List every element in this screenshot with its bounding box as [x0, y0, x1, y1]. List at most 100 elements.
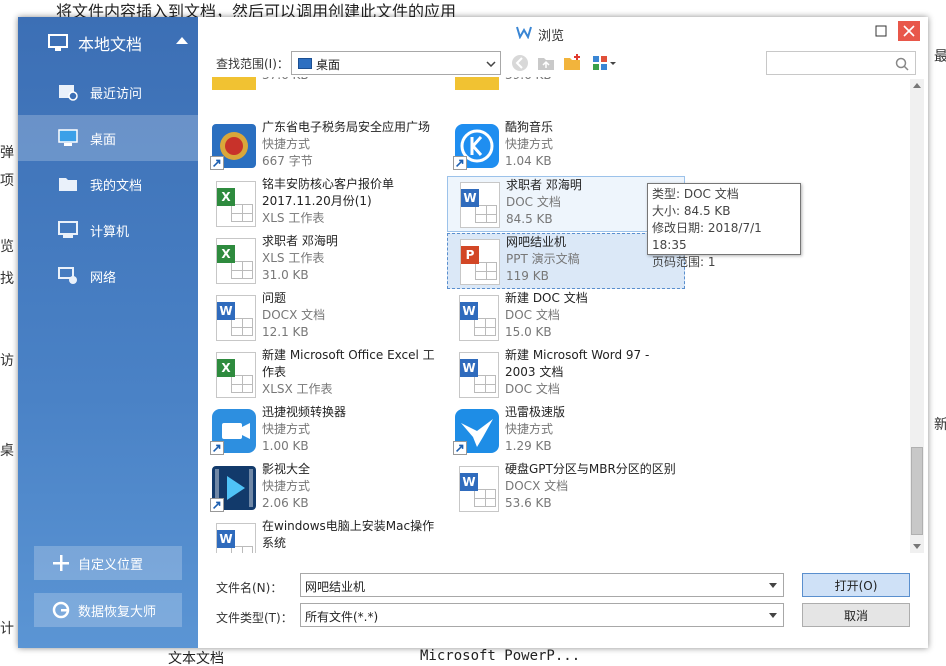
partial-graphic	[212, 77, 256, 90]
document-sheet: W	[459, 295, 499, 341]
sidebar-header-label: 本地文档	[78, 35, 143, 54]
sidebar-item-recent[interactable]: 最近访问	[18, 69, 198, 115]
file-size: 39.6 KB	[505, 77, 683, 84]
search-input[interactable]	[766, 51, 916, 75]
bg-char: 项	[0, 173, 14, 189]
sheet-grid	[231, 204, 253, 222]
file-item-text: 广东省电子税务局安全应用广场 快捷方式 667 字节	[262, 119, 440, 170]
file-item[interactable]: W 新建 Microsoft Word 97 - 2003 文档 DOC 文档	[447, 347, 685, 403]
file-item[interactable]: 酷狗音乐 快捷方式 1.04 KB	[447, 119, 685, 175]
shortcut-arrow-icon	[210, 441, 224, 455]
search-icon[interactable]	[895, 57, 909, 71]
file-info-tooltip: 类型: DOC 文档 大小: 84.5 KB 修改日期: 2018/7/1 18…	[647, 183, 801, 269]
sidebar-item-computer[interactable]: 计算机	[18, 207, 198, 253]
file-item[interactable]: 广东省电子税务局安全应用广场 快捷方式 667 字节	[204, 119, 442, 175]
shortcut-arrow-icon	[210, 156, 224, 170]
tooltip-pages: 页码范围: 1	[652, 255, 716, 269]
scroll-down-arrow-icon[interactable]	[913, 544, 921, 549]
new-folder-icon[interactable]	[562, 53, 582, 73]
file-item[interactable]: W 新建 DOC 文档 DOC 文档 15.0 KB	[447, 290, 685, 346]
collapse-arrow-icon[interactable]	[176, 37, 188, 44]
file-name: 在windows电脑上安装Mac操作	[262, 519, 435, 533]
file-type: 快捷方式	[505, 137, 554, 151]
document-sheet: W	[216, 523, 256, 553]
file-item-text: 新建 Microsoft Office Excel 工作表 XLSX 工作表	[262, 347, 440, 398]
data-recovery-button[interactable]: 数据恢复大师	[34, 593, 182, 627]
view-mode-icon[interactable]	[592, 53, 618, 73]
sidebar-item-label: 桌面	[90, 132, 117, 148]
file-item[interactable]: 迅雷极速版 快捷方式 1.29 KB	[447, 404, 685, 460]
word-icon: W	[454, 180, 502, 228]
maximize-button[interactable]	[870, 21, 892, 41]
file-browse-dialog: 本地文档 最近访问 桌面 我的文档 计算机 网络 自定义位置 数据恢复大师 浏览…	[18, 17, 928, 648]
file-name2: 作表	[262, 365, 287, 379]
chevron-down-icon[interactable]	[769, 583, 777, 588]
sheet-grid	[474, 375, 496, 393]
close-icon	[903, 25, 915, 37]
file-item-text: 影视大全 快捷方式 2.06 KB	[262, 461, 440, 512]
file-size: 15.0 KB	[505, 325, 552, 339]
file-type: 快捷方式	[262, 422, 311, 436]
filename-input[interactable]: 网吧结业机	[300, 573, 784, 597]
file-name: 铭丰安防核心客户报价单	[262, 177, 395, 191]
sheet-grid	[474, 489, 496, 507]
bg-char: 弹	[0, 145, 14, 161]
sidebar-item-my-documents[interactable]: 我的文档	[18, 161, 198, 207]
file-item[interactable]: W 问题 DOCX 文档 12.1 KB	[204, 290, 442, 346]
excel-icon: X	[210, 179, 258, 227]
file-size: 53.6 KB	[505, 496, 552, 510]
video-converter-icon	[210, 407, 258, 455]
sidebar-item-label: 我的文档	[90, 178, 143, 194]
file-item[interactable]: X 求职者 邓海明 XLS 工作表 31.0 KB	[204, 233, 442, 289]
document-sheet: W	[459, 466, 499, 512]
sidebar-item-desktop[interactable]: 桌面	[18, 115, 198, 161]
excel-icon: X	[210, 236, 258, 284]
vertical-scrollbar[interactable]	[910, 79, 924, 553]
file-type: DOC 文档	[505, 308, 560, 322]
chevron-down-icon[interactable]	[769, 613, 777, 618]
file-type: XLS 工作表	[262, 211, 325, 225]
word-icon: W	[453, 464, 501, 512]
sidebar-header[interactable]: 本地文档	[18, 17, 198, 69]
up-folder-icon[interactable]	[536, 53, 556, 73]
data-recovery-label: 数据恢复大师	[78, 604, 157, 620]
document-sheet: X	[216, 352, 256, 398]
bg-char: 新	[934, 417, 946, 433]
back-icon[interactable]	[510, 53, 530, 73]
custom-location-button[interactable]: 自定义位置	[34, 546, 182, 580]
open-button[interactable]: 打开(O)	[802, 573, 910, 597]
close-button[interactable]	[898, 21, 920, 41]
app-badge: W	[460, 473, 478, 491]
file-item[interactable]: W 硬盘GPT分区与MBR分区的区别 DOCX 文档 53.6 KB	[447, 461, 685, 517]
scroll-thumb[interactable]	[911, 447, 923, 535]
file-size: 667 字节	[262, 154, 313, 168]
custom-location-label: 自定义位置	[78, 557, 144, 573]
file-type: DOCX 文档	[262, 308, 326, 322]
app-badge: X	[217, 359, 235, 377]
cancel-button[interactable]: 取消	[802, 603, 910, 627]
background-left-strip: 弹 项 览 找 访 桌 计	[0, 0, 18, 666]
file-item-text: 酷狗音乐 快捷方式 1.04 KB	[505, 119, 683, 170]
sidebar-item-network[interactable]: 网络	[18, 253, 198, 299]
file-item[interactable]: 迅捷视频转换器 快捷方式 1.00 KB	[204, 404, 442, 460]
file-size: 37.6 KB	[262, 77, 440, 84]
file-name: 问题	[262, 291, 287, 305]
word-icon: W	[453, 350, 501, 398]
bg-item: 文本文档	[168, 651, 224, 666]
file-item-text: 问题 DOCX 文档 12.1 KB	[262, 290, 440, 341]
file-name: 广东省电子税务局安全应用广场	[262, 120, 431, 134]
scroll-up-arrow-icon[interactable]	[913, 83, 921, 88]
file-size: 1.00 KB	[262, 439, 309, 453]
file-item[interactable]: X 铭丰安防核心客户报价单 2017.11.20月份(1) XLS 工作表	[204, 176, 442, 232]
document-sheet: W	[460, 182, 500, 228]
bg-char: 览	[0, 239, 14, 255]
file-item[interactable]: X 新建 Microsoft Office Excel 工作表 XLSX 工作表	[204, 347, 442, 403]
file-item[interactable]: 影视大全 快捷方式 2.06 KB	[204, 461, 442, 517]
title-bar: 浏览	[198, 17, 928, 47]
file-type: 快捷方式	[262, 137, 311, 151]
filetype-select[interactable]: 所有文件(*.*)	[300, 603, 784, 627]
document-sheet: W	[459, 352, 499, 398]
lookin-combo[interactable]: 桌面	[291, 51, 501, 75]
file-item[interactable]: W 在windows电脑上安装Mac操作系统 DOCX 文档	[204, 518, 442, 553]
app-badge: W	[217, 530, 235, 548]
